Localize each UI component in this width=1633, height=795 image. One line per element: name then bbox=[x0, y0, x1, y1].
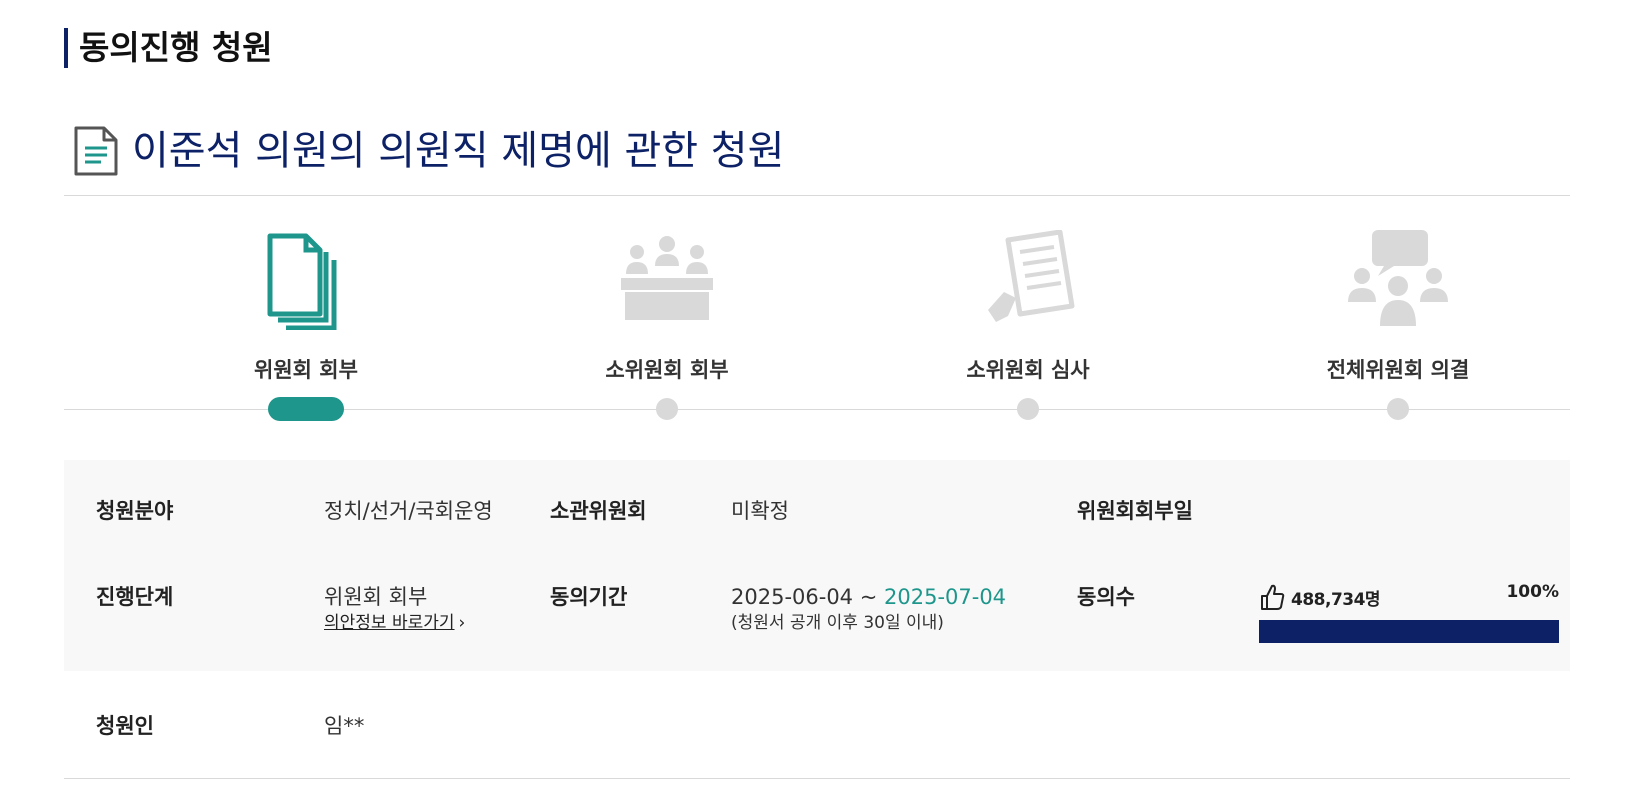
bill-info-link[interactable]: 의안정보 바로가기 › bbox=[324, 612, 550, 634]
bill-info-link-text[interactable]: 의안정보 바로가기 bbox=[324, 613, 455, 633]
group-discussion-icon bbox=[1348, 230, 1448, 326]
stage-label: 진행단계 bbox=[96, 585, 174, 609]
document-icon bbox=[74, 126, 118, 176]
petition-title-row: 이준석 의원의 의원직 제명에 관한 청원 bbox=[64, 116, 1570, 196]
petitioner-label: 청원인 bbox=[96, 714, 154, 738]
step-subcommittee-review: 소위원회 심사 bbox=[898, 230, 1158, 430]
period-note: (청원서 공개 이후 30일 이내) bbox=[731, 613, 944, 633]
step-label: 소위원회 심사 bbox=[966, 358, 1090, 382]
period-cell: 2025-06-04 ~ 2025-07-04 (청원서 공개 이후 30일 이… bbox=[731, 582, 1077, 671]
field-label: 청원분야 bbox=[96, 499, 174, 523]
meeting-table-icon bbox=[621, 236, 713, 320]
petition-title: 이준석 의원의 의원직 제명에 관한 청원 bbox=[132, 128, 785, 174]
document-review-icon bbox=[988, 230, 1075, 322]
progress-steps: 위원회 회부 소위원회 회부 소위원회 심사 전체위원회 의결 bbox=[64, 230, 1570, 430]
section-heading: 동의진행 청원 bbox=[64, 28, 273, 68]
referral-date-label: 위원회회부일 bbox=[1077, 499, 1193, 523]
agree-label: 동의수 bbox=[1077, 585, 1135, 609]
committee-label: 소관위원회 bbox=[550, 499, 647, 523]
step-label: 소위원회 회부 bbox=[605, 358, 729, 382]
petitioner-value: 임** bbox=[324, 714, 365, 738]
stage-value: 위원회 회부 bbox=[324, 585, 428, 609]
step-indicator bbox=[656, 398, 678, 420]
agree-progress-bar bbox=[1259, 620, 1559, 643]
committee-value: 미확정 bbox=[731, 499, 789, 523]
step-indicator-active bbox=[268, 397, 344, 421]
step-label: 전체위원회 의결 bbox=[1326, 358, 1470, 382]
agree-summary: 488,734명 100% bbox=[1259, 582, 1559, 612]
period-end: 2025-07-04 bbox=[884, 585, 1007, 609]
step-committee-referral: 위원회 회부 bbox=[176, 230, 436, 430]
referral-date-value bbox=[1259, 496, 1559, 550]
thumbs-up-icon bbox=[1261, 584, 1285, 610]
agree-progress-fill bbox=[1259, 620, 1559, 643]
step-indicator bbox=[1017, 398, 1039, 420]
chevron-right-icon: › bbox=[458, 613, 466, 633]
field-value: 정치/선거/국회운영 bbox=[324, 499, 493, 523]
step-subcommittee-referral: 소위원회 회부 bbox=[537, 230, 797, 430]
agree-percent: 100% bbox=[1506, 582, 1559, 602]
period-value: 2025-06-04 ~ 2025-07-04 bbox=[731, 582, 1077, 612]
info-row: 진행단계 위원회 회부 의안정보 바로가기 › 동의기간 2025-06-04 ~… bbox=[64, 550, 1570, 671]
agree-cell: 488,734명 100% bbox=[1259, 582, 1559, 671]
info-row: 청원분야 정치/선거/국회운영 소관위원회 미확정 위원회회부일 bbox=[64, 460, 1570, 550]
stage-cell: 위원회 회부 의안정보 바로가기 › bbox=[324, 582, 550, 671]
period-label: 동의기간 bbox=[550, 585, 628, 609]
step-indicator bbox=[1387, 398, 1409, 420]
step-plenary-decision: 전체위원회 의결 bbox=[1268, 230, 1528, 430]
agree-count: 488,734명 bbox=[1291, 589, 1381, 610]
period-start: 2025-06-04 ~ bbox=[731, 585, 884, 609]
step-label: 위원회 회부 bbox=[254, 358, 358, 382]
documents-stack-icon bbox=[267, 233, 337, 330]
info-row: 청원인 임** bbox=[64, 671, 1570, 779]
petition-info-table: 청원분야 정치/선거/국회운영 소관위원회 미확정 위원회회부일 진행단계 위원… bbox=[64, 460, 1570, 779]
